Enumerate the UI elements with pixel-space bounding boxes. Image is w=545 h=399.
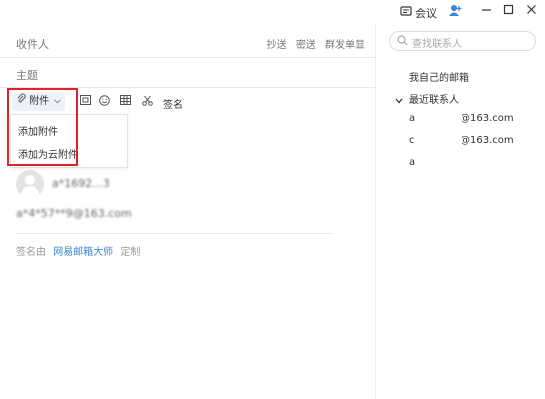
group-send-link[interactable]: 群发单显 [325, 40, 365, 51]
signature-app-link[interactable]: 网易邮箱大师 [53, 247, 113, 258]
emoji-icon[interactable] [99, 95, 110, 109]
recent-contacts-header[interactable]: 最近联系人 [409, 91, 459, 106]
add-contact-icon[interactable] [449, 4, 463, 20]
cc-links: 抄送 密送 群发单显 [261, 36, 365, 51]
contact-item[interactable]: c [409, 135, 415, 146]
highlight-box [7, 88, 78, 166]
meeting-label[interactable]: 会议 [415, 5, 437, 21]
signature-button[interactable]: 签名 [163, 96, 183, 111]
avatar [16, 170, 44, 198]
chevron-down-icon[interactable] [395, 94, 403, 107]
my-mailbox-item[interactable]: 我自己的邮箱 [409, 69, 469, 84]
signature-divider [16, 233, 333, 234]
sender-email: a*4*57**9@163.com [16, 207, 132, 220]
search-placeholder: 查找联系人 [412, 39, 462, 50]
close-icon[interactable] [526, 4, 537, 18]
contact-item[interactable]: a [409, 157, 415, 168]
cc-link[interactable]: 抄送 [267, 40, 287, 51]
recipient-field[interactable]: 收件人 [16, 36, 49, 52]
contact-search-input[interactable]: 查找联系人 [389, 31, 536, 51]
meeting-icon[interactable] [400, 6, 412, 20]
minimize-icon[interactable] [481, 4, 492, 18]
contact-item-email[interactable]: @163.com [460, 135, 514, 146]
search-icon [397, 35, 408, 49]
contact-item-email[interactable]: @163.com [460, 113, 514, 124]
scissors-icon[interactable] [142, 95, 153, 109]
signature-credit: 签名由 网易邮箱大师 定制 [16, 243, 140, 258]
divider [0, 57, 375, 58]
contacts-panel: 查找联系人 我自己的邮箱 最近联系人 a @163.com c @163.com… [375, 24, 545, 399]
contact-item[interactable]: a [409, 113, 415, 124]
signature-prefix: 签名由 [16, 247, 46, 258]
screenshot-icon[interactable] [80, 95, 91, 108]
sender-name: a*1692...3 [52, 177, 110, 190]
signature-custom-link[interactable]: 定制 [120, 247, 140, 258]
bcc-link[interactable]: 密送 [296, 40, 316, 51]
title-bar: 会议 [375, 0, 545, 24]
table-icon[interactable] [120, 95, 131, 108]
redaction-box [424, 110, 462, 237]
subject-field[interactable]: 主题 [16, 67, 38, 83]
maximize-icon[interactable] [503, 4, 514, 18]
